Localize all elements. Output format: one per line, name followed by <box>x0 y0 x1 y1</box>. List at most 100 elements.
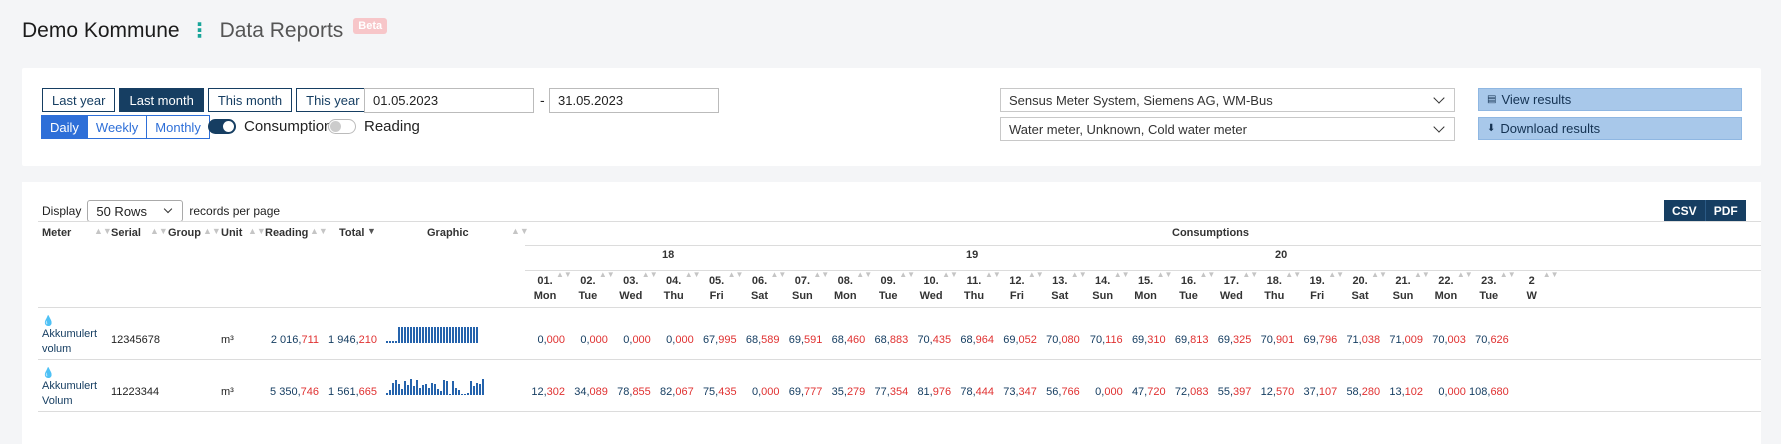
weekly-button[interactable]: Weekly <box>86 115 148 139</box>
consumption-toggle[interactable]: Consumption <box>208 118 332 135</box>
daily-button[interactable]: Daily <box>41 115 88 139</box>
this-month-button[interactable]: This month <box>207 88 293 112</box>
consumption-cell: 73,347 <box>1003 386 1037 398</box>
consumption-cell: 47,720 <box>1131 386 1166 398</box>
day-weekday: Mon <box>1434 290 1458 302</box>
sparkline-bar <box>440 391 442 395</box>
consumption-cell: 55,397 <box>1217 386 1252 398</box>
chevron-down-icon <box>1433 120 1445 133</box>
consumption-cell: 70,003 <box>1432 334 1466 346</box>
csv-export-button[interactable]: CSV <box>1664 200 1705 221</box>
meter-name-link[interactable]: Akkumulert Volum <box>42 379 112 409</box>
toggle-switch-on-icon[interactable] <box>208 119 236 134</box>
serial-cell: 11223344 <box>111 386 160 398</box>
chevron-down-icon <box>164 204 173 213</box>
consumption-cell: 68,883 <box>874 334 909 346</box>
consumption-cell: 69,052 <box>1003 334 1037 346</box>
sparkline-bar <box>449 327 451 343</box>
consumption-cell: 35,279 <box>831 386 866 398</box>
sparkline-bar <box>389 390 391 395</box>
consumption-cell: 0,000 <box>1438 386 1466 398</box>
meter-type-select[interactable]: Water meter, Unknown, Cold water meter <box>1000 117 1455 141</box>
meter-system-select[interactable]: Sensus Meter System, Siemens AG, WM-Bus <box>1000 88 1455 112</box>
day-weekday: Thu <box>963 290 985 302</box>
column-header-serial[interactable]: Serial <box>111 226 141 240</box>
sort-icon[interactable]: ▲▼ <box>511 226 529 236</box>
day-weekday: Mon <box>833 290 857 302</box>
rows-per-page-select[interactable]: 50 Rows <box>87 200 184 222</box>
sparkline-bar <box>467 393 469 395</box>
column-header-meter[interactable]: Meter <box>42 226 71 240</box>
download-results-button[interactable]: ⬇ Download results <box>1478 117 1742 140</box>
last-year-button[interactable]: Last year <box>42 88 116 112</box>
sort-icon[interactable]: ▲▼ <box>203 226 221 236</box>
sparkline-bar <box>455 327 457 343</box>
sort-icon[interactable]: ▲▼ <box>310 226 328 236</box>
sparkline-bar <box>386 341 388 343</box>
sparkline-bar <box>425 327 427 343</box>
consumption-cell: 69,325 <box>1217 334 1252 346</box>
sort-icon[interactable]: ▲▼ <box>94 226 112 236</box>
sparkline-bar <box>395 341 397 343</box>
consumption-cell: 34,089 <box>574 386 608 398</box>
consumption-cell: 70,435 <box>917 334 952 346</box>
serial-cell: 12345678 <box>111 334 160 346</box>
consumption-cell: 69,310 <box>1131 334 1166 346</box>
sparkline-bar <box>464 394 466 395</box>
meter-name-link[interactable]: Akkumulert volum <box>42 327 112 357</box>
sparkline-bar <box>479 384 481 395</box>
chevron-down-icon <box>1433 91 1445 104</box>
sparkline-bar <box>431 327 433 343</box>
toggle-switch-off-icon[interactable] <box>328 119 356 134</box>
column-header-graphic[interactable]: Graphic <box>427 226 469 240</box>
sparkline-bar <box>455 388 457 395</box>
display-label: Display <box>42 204 82 218</box>
sparkline-bar <box>413 327 415 343</box>
column-header-reading[interactable]: Reading <box>265 226 308 240</box>
reading-toggle[interactable]: Reading <box>328 118 420 135</box>
view-results-button[interactable]: ▤ View results <box>1478 88 1742 111</box>
sparkline-bar <box>452 381 454 395</box>
date-to-input[interactable]: 31.05.2023 <box>549 88 719 113</box>
sparkline-bar <box>467 327 469 343</box>
sort-icon[interactable]: ▲▼ <box>248 226 266 236</box>
sort-icon[interactable]: ▲▼ <box>1543 270 1559 279</box>
day-weekday: Mon <box>1134 290 1157 302</box>
sort-icon[interactable]: ▲▼ <box>150 226 168 236</box>
consumption-cell: 68,964 <box>960 334 994 346</box>
date-from-input[interactable]: 01.05.2023 <box>364 88 534 113</box>
sparkline-bar <box>428 327 430 343</box>
this-year-button[interactable]: This year <box>296 88 370 112</box>
unit-cell: m³ <box>221 334 234 346</box>
consumption-cell: 69,813 <box>1174 334 1209 346</box>
unit-cell: m³ <box>221 386 234 398</box>
consumption-cell: 68,460 <box>831 334 866 346</box>
sparkline-bar <box>470 381 472 395</box>
day-weekday: Sat <box>750 290 769 302</box>
pdf-export-button[interactable]: PDF <box>1704 200 1746 221</box>
consumption-cell: 58,280 <box>1346 386 1381 398</box>
beta-badge: Beta <box>353 18 388 34</box>
column-header-unit[interactable]: Unit <box>221 226 242 240</box>
day-weekday: Sat <box>1051 290 1069 302</box>
monthly-button[interactable]: Monthly <box>146 115 210 139</box>
consumption-cell: 78,444 <box>960 386 994 398</box>
sparkline-bar <box>404 327 406 343</box>
sparkline-bar <box>398 327 400 343</box>
consumption-cell: 69,777 <box>788 386 823 398</box>
sparkline-bar <box>470 327 472 343</box>
consumption-cell: 0,000 <box>666 334 694 346</box>
last-month-button[interactable]: Last month <box>119 88 204 112</box>
consumption-label: Consumption <box>244 118 333 135</box>
consumption-cell: 37,107 <box>1303 386 1338 398</box>
day-weekday: W <box>1526 290 1537 302</box>
sparkline-bar <box>464 327 466 343</box>
sparkline-bar <box>458 390 460 395</box>
consumption-cell: 70,080 <box>1046 334 1080 346</box>
sort-desc-icon[interactable]: ▼ <box>367 226 376 236</box>
column-header-group[interactable]: Group <box>168 226 201 240</box>
reading-cell: 5 350,746 <box>270 386 319 398</box>
download-icon: ⬇ <box>1487 123 1496 134</box>
column-header-total[interactable]: Total <box>339 226 364 240</box>
consumption-cell: 75,435 <box>702 386 737 398</box>
